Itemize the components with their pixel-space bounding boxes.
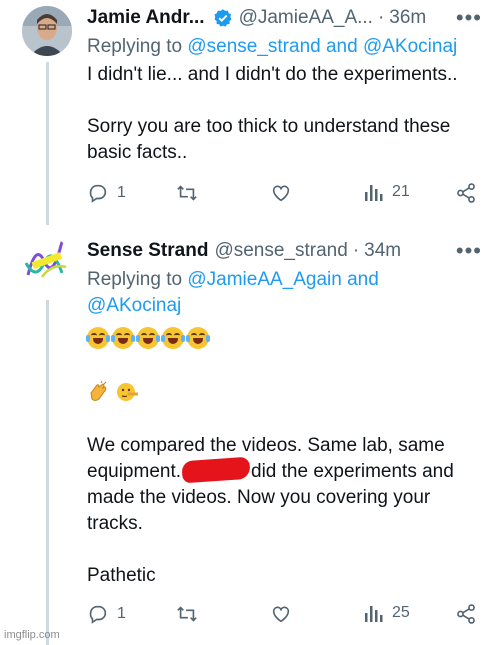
retweet-button[interactable] [175, 603, 199, 625]
tweet-text-line: We compared the videos. Same lab, same [87, 435, 445, 456]
views-button[interactable]: 21 [364, 182, 410, 202]
reply-button[interactable]: 1 [87, 603, 126, 625]
separator-dot: · [352, 240, 360, 261]
tweet-header: Sense Strand @sense_strand · 34m ••• [87, 235, 482, 267]
thread-line [46, 300, 49, 645]
replying-to: Replying to @JamieAA_Again and @AKocinaj [87, 267, 482, 319]
author-name[interactable]: Jamie Andr... [87, 7, 205, 29]
emoji-row-laughing [86, 325, 482, 353]
retweet-button[interactable] [175, 182, 199, 204]
reply-count: 1 [117, 605, 126, 622]
verified-badge-icon [214, 9, 232, 27]
views-icon [365, 185, 383, 201]
reply-button[interactable]: 1 [87, 182, 126, 204]
reply-count: 1 [117, 184, 126, 201]
retweet-icon [177, 185, 197, 201]
tweet-header: Jamie Andr... @JamieAA_A... · 36m ••• [87, 2, 482, 34]
tweet-actions: 1 21 [87, 182, 482, 212]
tweet-text-segment: did the experiments and [251, 461, 454, 482]
like-icon [272, 185, 290, 202]
emoji-row-gestures [87, 379, 482, 407]
tears-of-joy-emoji-icon [111, 326, 135, 349]
tears-of-joy-emoji-icon [186, 326, 210, 349]
share-icon [457, 604, 475, 624]
tweet-text-line: I didn't lie... and I didn't do the expe… [87, 64, 458, 85]
replying-to-links[interactable]: @sense_strand and @AKocinaj [187, 36, 457, 57]
replying-prefix: Replying to [87, 269, 183, 290]
avatar-jamie-image [22, 6, 72, 56]
views-count: 25 [392, 604, 410, 621]
tweet-time[interactable]: 34m [364, 240, 401, 262]
views-count: 21 [392, 183, 410, 200]
tweet-jamie[interactable]: Jamie Andr... @JamieAA_A... · 36m ••• Re… [0, 0, 500, 225]
replying-to-links[interactable]: @JamieAA_Again and [187, 269, 378, 290]
tweet-text-line: equipment. did the experiments and [87, 456, 482, 485]
reply-icon [89, 605, 107, 624]
replying-to-links[interactable]: @AKocinaj [87, 295, 181, 316]
like-button[interactable] [270, 182, 292, 204]
retweet-icon [177, 606, 197, 622]
tears-of-joy-emoji-icon [86, 326, 110, 349]
thread-line [46, 62, 49, 225]
replying-prefix: Replying to [87, 36, 183, 57]
tweet-sense-strand[interactable]: Sense Strand @sense_strand · 34m ••• Rep… [0, 225, 500, 645]
tweet-body: I didn't lie... and I didn't do the expe… [87, 62, 482, 166]
views-icon [365, 606, 383, 622]
tears-of-joy-emoji-icon [136, 326, 160, 349]
author-handle[interactable]: @JamieAA_A... [239, 7, 373, 29]
more-icon[interactable]: ••• [456, 5, 482, 31]
redaction-mark [181, 456, 251, 484]
more-icon[interactable]: ••• [456, 238, 482, 264]
share-button[interactable] [455, 603, 477, 625]
tweet-body: We compared the videos. Same lab, same e… [86, 325, 482, 589]
tweet-time[interactable]: 36m [389, 7, 426, 29]
tweet-text-line: tracks. [87, 513, 143, 534]
views-button[interactable]: 25 [364, 603, 410, 623]
separator-dot: · [377, 7, 385, 28]
lying-face-emoji-icon [117, 382, 140, 401]
tweet-text-line: Sorry you are too thick to understand th… [87, 116, 451, 163]
like-button[interactable] [270, 603, 292, 625]
tweet-text-line: made the videos. Now you covering your [87, 487, 431, 508]
tweet-text-line: Pathetic [87, 565, 156, 586]
author-name[interactable]: Sense Strand [87, 240, 208, 262]
author-handle[interactable]: @sense_strand [214, 240, 347, 262]
share-icon [457, 183, 475, 203]
avatar-jamie[interactable] [22, 6, 72, 56]
share-button[interactable] [455, 182, 477, 204]
watermark: imgflip.com [4, 629, 60, 641]
replying-to: Replying to @sense_strand and @AKocinaj [87, 34, 482, 60]
tweet-text-segment: equipment. [87, 461, 182, 482]
reply-icon [89, 184, 107, 203]
avatar-sense-strand[interactable] [22, 237, 72, 287]
tears-of-joy-emoji-icon [161, 326, 185, 349]
tweet-actions: 1 25 [87, 603, 482, 633]
clapping-hands-emoji-icon [90, 380, 107, 401]
avatar-sense-strand-image [22, 237, 72, 287]
like-icon [272, 606, 290, 623]
